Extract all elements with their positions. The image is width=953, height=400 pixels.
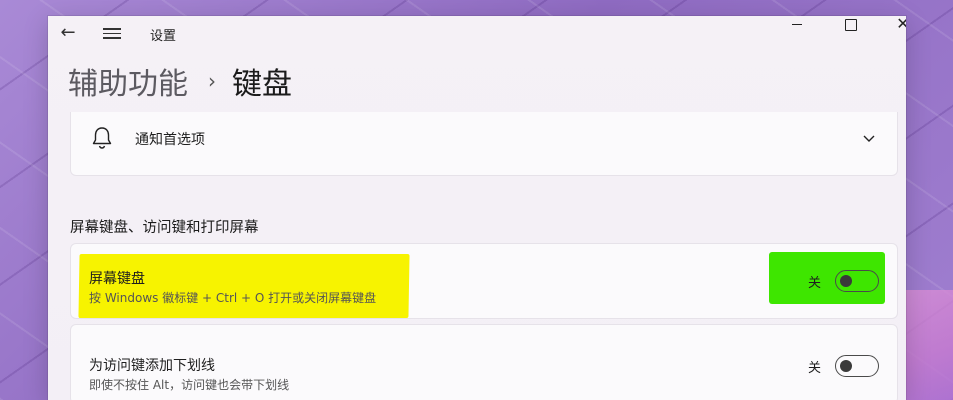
bell-icon [92,127,112,149]
toggle-knob [840,359,852,372]
maximize-button[interactable] [828,16,874,48]
underline-access-keys-toggle[interactable]: 关 [808,355,879,377]
breadcrumb: 辅助功能 › 键盘 [68,59,292,103]
on-screen-keyboard-toggle[interactable]: 关 [808,270,879,292]
page-title: 键盘 [232,67,292,102]
close-button[interactable]: ✕ [880,16,906,48]
setting-description: 按 Windows 徽标键 + Ctrl + O 打开或关闭屏幕键盘 [89,291,377,305]
notification-preferences-card[interactable]: 通知首选项 [70,112,898,176]
toggle-state-label: 关 [807,275,821,291]
toggle-switch[interactable] [835,355,879,377]
minimize-button[interactable] [774,16,820,48]
underline-access-keys-setting: 为访问键添加下划线 即使不按住 Alt，访问键也会带下划线 关 [70,324,898,400]
title-bar: ← 设置 ✕ [48,16,906,52]
notification-preferences-label: 通知首选项 [135,132,205,148]
toggle-knob [840,274,852,287]
setting-title: 为访问键添加下划线 [89,358,215,374]
setting-description: 即使不按住 Alt，访问键也会带下划线 [89,378,290,392]
back-arrow-icon[interactable]: ← [58,24,78,44]
hamburger-menu-icon[interactable] [102,25,122,43]
breadcrumb-separator-icon: › [208,69,216,93]
on-screen-keyboard-setting: 屏幕键盘 按 Windows 徽标键 + Ctrl + O 打开或关闭屏幕键盘 … [70,243,898,319]
setting-title: 屏幕键盘 [89,271,145,287]
settings-window: ← 设置 ✕ 辅助功能 › 键盘 通知首选项 屏幕键盘、访问键和打印屏幕 屏幕键… [48,16,906,400]
section-heading: 屏幕键盘、访问键和打印屏幕 [70,220,259,236]
app-title: 设置 [150,29,177,44]
toggle-state-label: 关 [807,360,821,376]
chevron-down-icon[interactable] [861,130,877,146]
close-icon: ✕ [896,16,906,33]
toggle-switch[interactable] [835,270,879,292]
breadcrumb-parent[interactable]: 辅助功能 [68,59,188,103]
